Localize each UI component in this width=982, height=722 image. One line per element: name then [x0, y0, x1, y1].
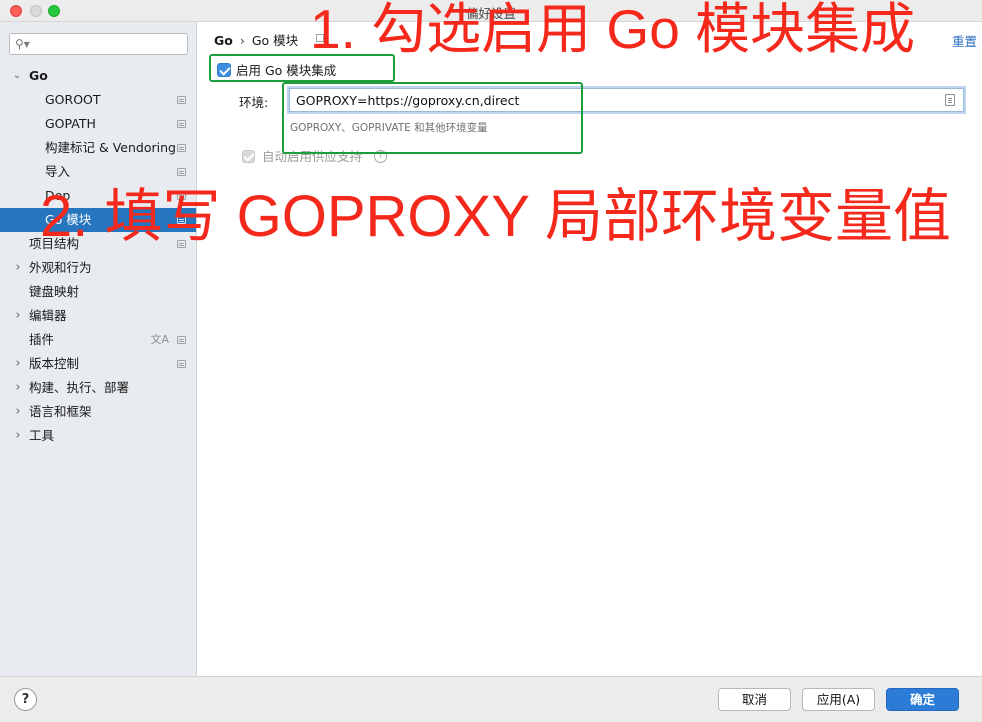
- settings-sidebar: ⚲▾ ⌄ Go GOROOT GOPATH 构建标记 & Vendoring 导…: [0, 22, 197, 676]
- apply-button[interactable]: 应用(A): [802, 688, 875, 711]
- sidebar-item-label: 插件: [29, 332, 55, 347]
- chevron-right-icon[interactable]: ›: [12, 304, 24, 328]
- sidebar-item-imports[interactable]: 导入: [0, 160, 196, 184]
- project-page-icon: [177, 360, 186, 368]
- sidebar-item-version-control[interactable]: › 版本控制: [0, 352, 196, 376]
- cancel-button[interactable]: 取消: [718, 688, 791, 711]
- sidebar-item-editor[interactable]: › 编辑器: [0, 304, 196, 328]
- reset-link[interactable]: 重置: [952, 31, 977, 50]
- project-page-icon: [177, 336, 186, 344]
- sidebar-item-build-execution[interactable]: › 构建、执行、部署: [0, 376, 196, 400]
- sidebar-item-label: GOROOT: [45, 92, 101, 107]
- edit-variables-icon[interactable]: [945, 94, 955, 106]
- ok-button[interactable]: 确定: [886, 688, 959, 711]
- annotation-step-2: 2. 填写 GOPROXY 局部环境变量值: [40, 184, 951, 249]
- sidebar-item-label: 编辑器: [29, 308, 67, 323]
- sidebar-item-keymap[interactable]: 键盘映射: [0, 280, 196, 304]
- sidebar-item-label: 版本控制: [29, 356, 80, 371]
- translate-icon: 文A: [150, 333, 169, 346]
- sidebar-item-label: 构建、执行、部署: [29, 380, 130, 395]
- sidebar-item-label: 外观和行为: [29, 260, 92, 275]
- sidebar-item-label: 工具: [29, 428, 55, 443]
- project-page-icon: [177, 120, 186, 128]
- annotation-step-1: 1. 勾选启用 Go 模块集成: [310, 0, 916, 60]
- highlight-box-environment: [282, 82, 583, 154]
- sidebar-item-gopath[interactable]: GOPATH: [0, 112, 196, 136]
- project-page-icon: [177, 168, 186, 176]
- dialog-footer: ? 取消 应用(A) 确定: [0, 676, 982, 722]
- sidebar-item-label: 键盘映射: [29, 284, 80, 299]
- breadcrumb: Go › Go 模块: [214, 30, 298, 49]
- chevron-right-icon[interactable]: ›: [12, 376, 24, 400]
- search-icon: ⚲▾: [15, 37, 30, 51]
- help-button[interactable]: ?: [14, 688, 37, 711]
- sidebar-item-label: GOPATH: [45, 116, 96, 131]
- project-page-icon: [177, 96, 186, 104]
- sidebar-item-appearance[interactable]: › 外观和行为: [0, 256, 196, 280]
- environment-label: 环境:: [239, 95, 269, 110]
- sidebar-item-plugins[interactable]: 插件 文A: [0, 328, 196, 352]
- chevron-down-icon[interactable]: ⌄: [11, 64, 23, 88]
- sidebar-item-tools[interactable]: › 工具: [0, 424, 196, 448]
- sidebar-item-build-tags[interactable]: 构建标记 & Vendoring: [0, 136, 196, 160]
- vendoring-checkbox: [242, 150, 255, 163]
- chevron-right-icon[interactable]: ›: [12, 424, 24, 448]
- sidebar-item-label: Go: [29, 68, 48, 83]
- breadcrumb-current: Go 模块: [251, 33, 299, 48]
- project-page-icon: [177, 144, 186, 152]
- breadcrumb-separator-icon: ›: [239, 33, 245, 48]
- chevron-right-icon[interactable]: ›: [12, 352, 24, 376]
- sidebar-item-label: 导入: [45, 164, 71, 179]
- settings-search-input[interactable]: ⚲▾: [9, 33, 188, 55]
- chevron-right-icon[interactable]: ›: [12, 400, 24, 424]
- sidebar-item-go[interactable]: ⌄ Go: [0, 64, 196, 88]
- sidebar-item-label: 构建标记 & Vendoring: [45, 140, 176, 155]
- sidebar-item-languages[interactable]: › 语言和框架: [0, 400, 196, 424]
- sidebar-item-label: 语言和框架: [29, 404, 92, 419]
- chevron-right-icon[interactable]: ›: [12, 256, 24, 280]
- sidebar-item-goroot[interactable]: GOROOT: [0, 88, 196, 112]
- breadcrumb-root[interactable]: Go: [214, 33, 233, 48]
